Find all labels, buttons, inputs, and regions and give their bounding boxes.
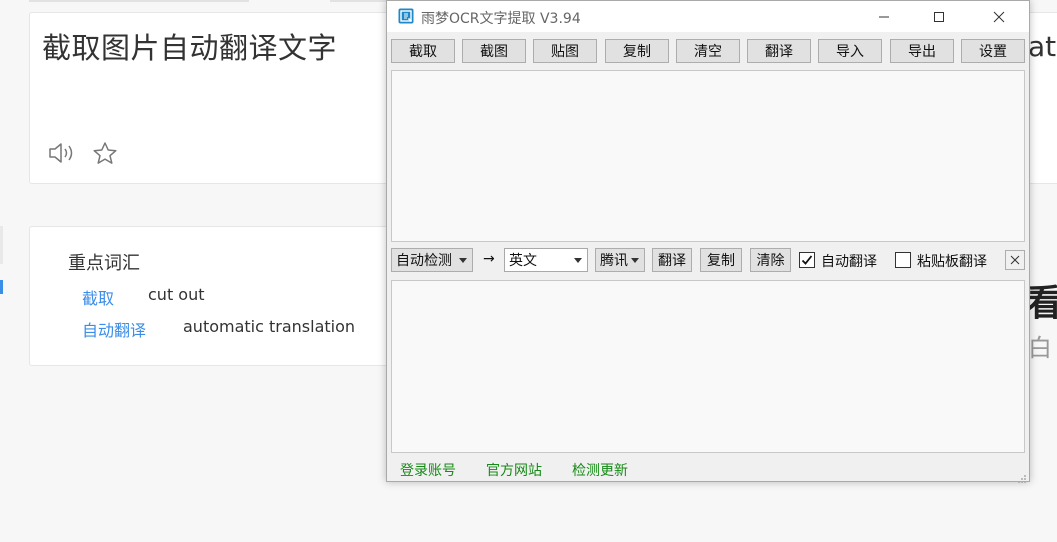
vocab-term[interactable]: 自动翻译 xyxy=(82,317,183,341)
source-language-value: 自动检测 xyxy=(396,253,452,269)
source-language-select[interactable]: 自动检测 xyxy=(391,248,473,272)
translation-text-area[interactable] xyxy=(391,280,1025,453)
chevron-down-icon xyxy=(631,258,639,263)
target-language-select[interactable]: 英文 xyxy=(504,248,588,272)
vocab-item: 截取 cut out xyxy=(82,285,205,309)
maximize-icon xyxy=(934,11,944,22)
key-vocab-card: 重点词汇 截取 cut out 自动翻译 automatic translati… xyxy=(29,226,399,366)
copy-button[interactable]: 复制 xyxy=(605,39,669,63)
official-site-link[interactable]: 官方网站 xyxy=(486,460,542,480)
close-icon xyxy=(993,11,1005,22)
vocab-item: 自动翻译 automatic translation xyxy=(82,317,355,341)
app-icon xyxy=(398,8,414,24)
clipboard-translate-checkbox[interactable] xyxy=(895,252,911,268)
checkmark-icon xyxy=(801,255,813,265)
minimize-button[interactable] xyxy=(861,1,907,32)
vocab-definition: automatic translation xyxy=(183,317,356,336)
speaker-icon[interactable] xyxy=(48,141,76,165)
copy-translation-button[interactable]: 复制 xyxy=(700,248,742,272)
source-text-card: 截取图片自动翻译文字 xyxy=(29,12,399,184)
maximize-button[interactable] xyxy=(916,1,962,32)
paste-image-button[interactable]: 贴图 xyxy=(533,39,597,63)
close-translate-panel-button[interactable] xyxy=(1005,250,1025,270)
translate-now-button[interactable]: 翻译 xyxy=(652,248,692,272)
export-button[interactable]: 导出 xyxy=(890,39,954,63)
source-text: 截取图片自动翻译文字 xyxy=(42,31,338,65)
dictionary-subtext: 白月 xyxy=(1028,334,1052,362)
auto-translate-label[interactable]: 自动翻译 xyxy=(821,251,877,271)
side-tab-active-marker xyxy=(0,280,3,294)
minimize-icon xyxy=(879,16,889,17)
ocr-text-area[interactable] xyxy=(391,70,1025,242)
target-language-value: 英文 xyxy=(509,253,537,269)
clear-button[interactable]: 清空 xyxy=(676,39,740,63)
auto-translate-checkbox[interactable] xyxy=(799,252,815,268)
translate-controls: 自动检测 → 英文 腾讯 翻译 复制 清除 自动翻译 粘贴板翻译 xyxy=(387,248,1029,272)
import-button[interactable]: 导入 xyxy=(818,39,882,63)
check-update-link[interactable]: 检测更新 xyxy=(572,460,628,480)
chevron-down-icon xyxy=(574,258,582,263)
source-actions xyxy=(48,141,118,165)
capture-button[interactable]: 截取 xyxy=(391,39,455,63)
engine-select[interactable]: 腾讯 xyxy=(595,248,645,272)
vocab-definition: cut out xyxy=(148,285,205,304)
close-icon xyxy=(1010,255,1020,265)
title-bar[interactable]: 雨梦OCR文字提取 V3.94 xyxy=(387,1,1029,32)
clear-translation-button[interactable]: 清除 xyxy=(750,248,791,272)
translate-button[interactable]: 翻译 xyxy=(747,39,811,63)
top-divider-2 xyxy=(330,0,390,2)
star-icon[interactable] xyxy=(92,141,118,165)
top-divider xyxy=(29,0,249,2)
screenshot-button[interactable]: 截图 xyxy=(462,39,526,63)
translation-result-text: atio xyxy=(1030,30,1057,63)
login-link[interactable]: 登录账号 xyxy=(400,460,456,480)
side-tab-marker xyxy=(0,226,3,264)
resize-grip-icon[interactable] xyxy=(1017,469,1027,483)
vocab-term[interactable]: 截取 xyxy=(82,285,148,309)
arrow-right-icon: → xyxy=(483,251,495,267)
window-title: 雨梦OCR文字提取 V3.94 xyxy=(421,11,581,27)
dictionary-headword: 看 xyxy=(1026,283,1057,324)
settings-button[interactable]: 设置 xyxy=(961,39,1025,63)
engine-value: 腾讯 xyxy=(600,253,628,269)
translation-result-card: atio xyxy=(1030,12,1057,184)
vocab-title: 重点词汇 xyxy=(68,253,140,274)
close-button[interactable] xyxy=(976,1,1022,32)
chevron-down-icon xyxy=(459,258,467,263)
clipboard-translate-label[interactable]: 粘贴板翻译 xyxy=(917,251,987,271)
ocr-window: 雨梦OCR文字提取 V3.94 截取 截图 贴图 复制 清空 翻译 导入 导出 … xyxy=(386,0,1030,483)
